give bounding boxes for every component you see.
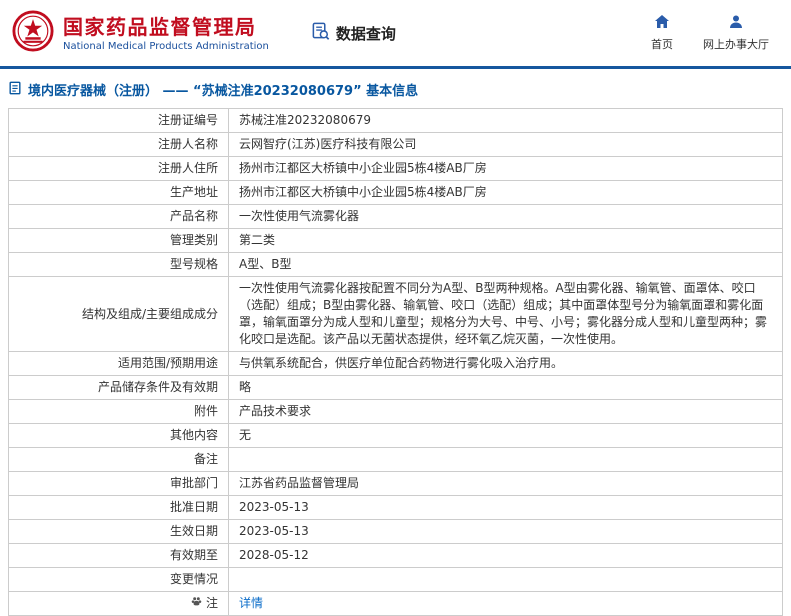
row-value: 与供氧系统配合，供医疗单位配合药物进行雾化吸入治疗用。 bbox=[228, 351, 783, 376]
row-label: 生产地址 bbox=[8, 180, 229, 205]
table-row: 管理类别 第二类 bbox=[8, 228, 783, 253]
table-row: 附件 产品技术要求 bbox=[8, 399, 783, 424]
row-label: 注册人住所 bbox=[8, 156, 229, 181]
table-row: 注 详情 bbox=[8, 591, 783, 616]
nav-home[interactable]: 首页 bbox=[651, 14, 673, 52]
details-link[interactable]: 详情 bbox=[239, 596, 263, 610]
person-icon bbox=[728, 14, 744, 33]
row-value: 2023-05-13 bbox=[228, 495, 783, 520]
row-label: 产品名称 bbox=[8, 204, 229, 229]
row-label: 结构及组成/主要组成成分 bbox=[8, 276, 229, 352]
row-label: 注册证编号 bbox=[8, 108, 229, 133]
page-title: 境内医疗器械（注册） —— “苏械注准20232080679” 基本信息 bbox=[0, 69, 791, 108]
row-value: 一次性使用气流雾化器 bbox=[228, 204, 783, 229]
row-value: 2023-05-13 bbox=[228, 519, 783, 544]
row-value: 扬州市江都区大桥镇中小企业园5栋4楼AB厂房 bbox=[228, 180, 783, 205]
site-header: 国家药品监督管理局 National Medical Products Admi… bbox=[0, 0, 791, 66]
table-row: 注册人住所 扬州市江都区大桥镇中小企业园5栋4楼AB厂房 bbox=[8, 156, 783, 181]
org-name-cn: 国家药品监督管理局 bbox=[63, 14, 257, 39]
row-value: A型、B型 bbox=[228, 252, 783, 277]
row-value: 产品技术要求 bbox=[228, 399, 783, 424]
table-row: 注册人名称 云网智疗(江苏)医疗科技有限公司 bbox=[8, 132, 783, 157]
data-query-title: 数据查询 bbox=[311, 22, 396, 45]
row-label: 适用范围/预期用途 bbox=[8, 351, 229, 376]
row-value: 略 bbox=[228, 375, 783, 400]
table-row: 产品名称 一次性使用气流雾化器 bbox=[8, 204, 783, 229]
home-icon bbox=[654, 14, 670, 33]
row-value: 江苏省药品监督管理局 bbox=[228, 471, 783, 496]
table-row: 生效日期 2023-05-13 bbox=[8, 519, 783, 544]
row-label: 注册人名称 bbox=[8, 132, 229, 157]
row-value: 第二类 bbox=[228, 228, 783, 253]
info-table-body: 注册证编号 苏械注准20232080679 注册人名称 云网智疗(江苏)医疗科技有限公… bbox=[8, 108, 783, 616]
row-label: 注 bbox=[8, 591, 229, 616]
table-row: 型号规格 A型、B型 bbox=[8, 252, 783, 277]
table-row: 结构及组成/主要组成成分 一次性使用气流雾化器按配置不同分为A型、B型两种规格。A… bbox=[8, 276, 783, 352]
row-label: 管理类别 bbox=[8, 228, 229, 253]
row-value bbox=[228, 567, 783, 592]
table-row: 有效期至 2028-05-12 bbox=[8, 543, 783, 568]
row-value: 无 bbox=[228, 423, 783, 448]
registration-info-table: 注册证编号 苏械注准20232080679 注册人名称 云网智疗(江苏)医疗科技有限公… bbox=[8, 108, 783, 616]
table-row: 其他内容无 bbox=[8, 423, 783, 448]
row-value: 详情 bbox=[228, 591, 783, 616]
table-row: 备注 bbox=[8, 447, 783, 472]
table-row: 生产地址 扬州市江都区大桥镇中小企业园5栋4楼AB厂房 bbox=[8, 180, 783, 205]
data-query-icon bbox=[311, 22, 330, 45]
nav-home-label: 首页 bbox=[651, 38, 673, 51]
table-row: 注册证编号 苏械注准20232080679 bbox=[8, 108, 783, 133]
row-value bbox=[228, 447, 783, 472]
table-row: 批准日期 2023-05-13 bbox=[8, 495, 783, 520]
national-emblem-logo bbox=[12, 10, 54, 56]
row-value: 2028-05-12 bbox=[228, 543, 783, 568]
row-label: 变更情况 bbox=[8, 567, 229, 592]
nav-hall-label: 网上办事大厅 bbox=[703, 38, 769, 51]
row-label: 生效日期 bbox=[8, 519, 229, 544]
row-value: 苏械注准20232080679 bbox=[228, 108, 783, 133]
row-value: 扬州市江都区大桥镇中小企业园5栋4楼AB厂房 bbox=[228, 156, 783, 181]
row-label-text: 注 bbox=[205, 596, 218, 610]
row-label: 审批部门 bbox=[8, 471, 229, 496]
row-label: 产品储存条件及有效期 bbox=[8, 375, 229, 400]
row-value: 一次性使用气流雾化器按配置不同分为A型、B型两种规格。A型由雾化器、输氧管、面罩… bbox=[228, 276, 783, 352]
org-name-en: National Medical Products Administration bbox=[63, 40, 269, 52]
row-label: 批准日期 bbox=[8, 495, 229, 520]
table-row: 审批部门 江苏省药品监督管理局 bbox=[8, 471, 783, 496]
data-query-label: 数据查询 bbox=[335, 24, 396, 43]
document-icon bbox=[8, 81, 22, 99]
page-title-text: 境内医疗器械（注册） —— “苏械注准20232080679” 基本信息 bbox=[28, 84, 419, 99]
table-row: 产品储存条件及有效期略 bbox=[8, 375, 783, 400]
row-label: 其他内容 bbox=[8, 423, 229, 448]
row-value: 云网智疗(江苏)医疗科技有限公司 bbox=[228, 132, 783, 157]
row-label-with-icon: 注 bbox=[191, 595, 218, 612]
header-nav: 首页 网上办事大厅 bbox=[651, 14, 775, 52]
row-label: 备注 bbox=[8, 447, 229, 472]
row-label: 型号规格 bbox=[8, 252, 229, 277]
brand-text: 国家药品监督管理局 National Medical Products Admi… bbox=[63, 15, 269, 52]
table-row: 适用范围/预期用途 与供氧系统配合，供医疗单位配合药物进行雾化吸入治疗用。 bbox=[8, 351, 783, 376]
note-icon bbox=[191, 595, 202, 612]
table-row: 变更情况 bbox=[8, 567, 783, 592]
brand: 国家药品监督管理局 National Medical Products Admi… bbox=[12, 10, 269, 56]
row-label: 有效期至 bbox=[8, 543, 229, 568]
row-label: 附件 bbox=[8, 399, 229, 424]
nav-service-hall[interactable]: 网上办事大厅 bbox=[703, 14, 769, 52]
